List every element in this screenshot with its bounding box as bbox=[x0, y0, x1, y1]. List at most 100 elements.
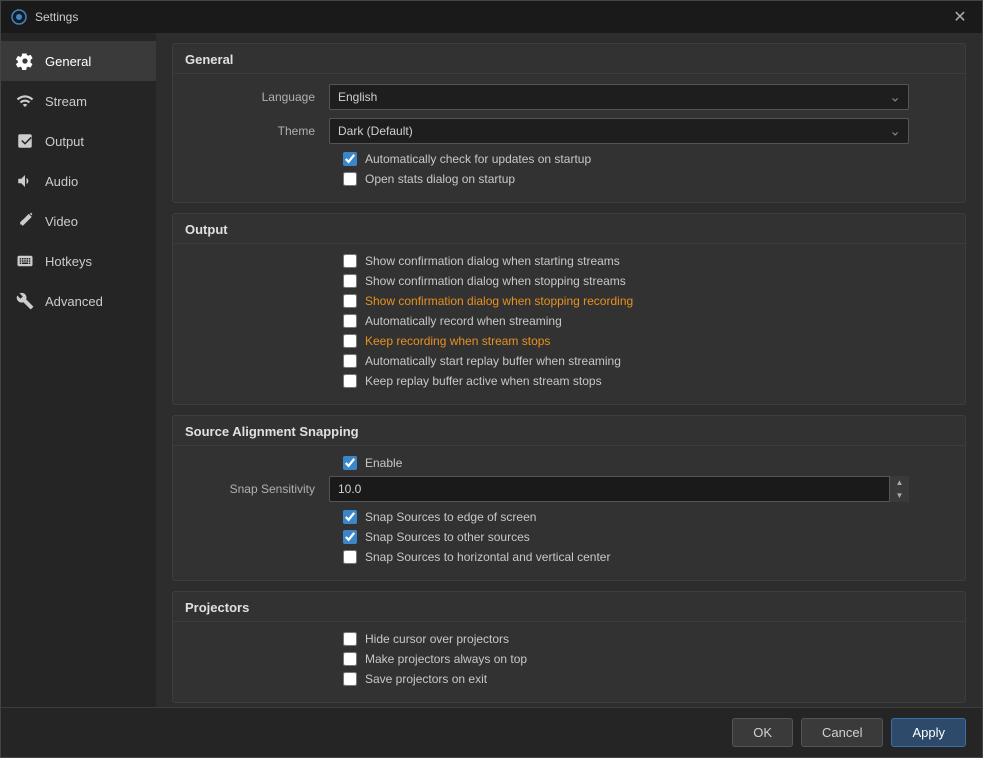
snap-enable-checkbox[interactable] bbox=[343, 456, 357, 470]
audio-icon bbox=[15, 171, 35, 191]
language-row: Language English bbox=[189, 84, 949, 110]
auto-update-row: Automatically check for updates on start… bbox=[189, 152, 949, 166]
auto-update-label: Automatically check for updates on start… bbox=[365, 152, 591, 166]
snap-label-0: Snap Sources to edge of screen bbox=[365, 510, 536, 524]
sidebar: General Stream Output bbox=[1, 33, 156, 707]
proj-cb-2: Save projectors on exit bbox=[189, 672, 949, 686]
sidebar-item-stream[interactable]: Stream bbox=[1, 81, 156, 121]
sidebar-item-general[interactable]: General bbox=[1, 41, 156, 81]
sidebar-item-hotkeys[interactable]: Hotkeys bbox=[1, 241, 156, 281]
output-checkbox-4[interactable] bbox=[343, 334, 357, 348]
snap-checkbox-0[interactable] bbox=[343, 510, 357, 524]
output-cb-1: Show confirmation dialog when stopping s… bbox=[189, 274, 949, 288]
snap-sensitivity-label: Snap Sensitivity bbox=[189, 482, 329, 496]
sidebar-item-advanced[interactable]: Advanced bbox=[1, 281, 156, 321]
proj-label-2: Save projectors on exit bbox=[365, 672, 487, 686]
output-cb-4: Keep recording when stream stops bbox=[189, 334, 949, 348]
snap-sensitivity-spinners: ▲ ▼ bbox=[889, 476, 909, 502]
output-checkbox-5[interactable] bbox=[343, 354, 357, 368]
output-cb-3: Automatically record when streaming bbox=[189, 314, 949, 328]
hotkeys-icon bbox=[15, 251, 35, 271]
theme-select-wrapper: Dark (Default) bbox=[329, 118, 909, 144]
app-icon bbox=[11, 9, 27, 25]
language-select-wrapper: English bbox=[329, 84, 909, 110]
main-panel: General Language English Theme bbox=[156, 33, 982, 707]
sidebar-label-hotkeys: Hotkeys bbox=[45, 254, 92, 269]
output-checkbox-3[interactable] bbox=[343, 314, 357, 328]
snap-checkbox-1[interactable] bbox=[343, 530, 357, 544]
snap-checkbox-2[interactable] bbox=[343, 550, 357, 564]
settings-window: Settings ✕ General bbox=[0, 0, 983, 758]
section-output: Output Show confirmation dialog when sta… bbox=[172, 213, 966, 405]
video-icon bbox=[15, 211, 35, 231]
apply-button[interactable]: Apply bbox=[891, 718, 966, 747]
output-label-4: Keep recording when stream stops bbox=[365, 334, 550, 348]
snap-sensitivity-down[interactable]: ▼ bbox=[889, 489, 909, 502]
stats-dialog-row: Open stats dialog on startup bbox=[189, 172, 949, 186]
footer: OK Cancel Apply bbox=[1, 707, 982, 757]
output-label-1: Show confirmation dialog when stopping s… bbox=[365, 274, 626, 288]
snap-label-2: Snap Sources to horizontal and vertical … bbox=[365, 550, 610, 564]
section-projectors-title: Projectors bbox=[173, 592, 965, 622]
sidebar-label-output: Output bbox=[45, 134, 84, 149]
proj-cb-1: Make projectors always on top bbox=[189, 652, 949, 666]
section-projectors-body: Hide cursor over projectors Make project… bbox=[173, 622, 965, 702]
output-label-0: Show confirmation dialog when starting s… bbox=[365, 254, 620, 268]
advanced-icon bbox=[15, 291, 35, 311]
sidebar-item-video[interactable]: Video bbox=[1, 201, 156, 241]
output-cb-6: Keep replay buffer active when stream st… bbox=[189, 374, 949, 388]
output-checkbox-1[interactable] bbox=[343, 274, 357, 288]
auto-update-checkbox[interactable] bbox=[343, 152, 357, 166]
output-label-2: Show confirmation dialog when stopping r… bbox=[365, 294, 633, 308]
proj-cb-0: Hide cursor over projectors bbox=[189, 632, 949, 646]
theme-select[interactable]: Dark (Default) bbox=[329, 118, 909, 144]
snap-cb-2: Snap Sources to horizontal and vertical … bbox=[189, 550, 949, 564]
sidebar-label-stream: Stream bbox=[45, 94, 87, 109]
cancel-button[interactable]: Cancel bbox=[801, 718, 883, 747]
output-cb-0: Show confirmation dialog when starting s… bbox=[189, 254, 949, 268]
stats-dialog-label: Open stats dialog on startup bbox=[365, 172, 515, 186]
snap-cb-0: Snap Sources to edge of screen bbox=[189, 510, 949, 524]
content-area: General Stream Output bbox=[1, 33, 982, 707]
sidebar-item-audio[interactable]: Audio bbox=[1, 161, 156, 201]
language-label: Language bbox=[189, 90, 329, 104]
proj-label-1: Make projectors always on top bbox=[365, 652, 527, 666]
proj-checkbox-1[interactable] bbox=[343, 652, 357, 666]
sidebar-item-output[interactable]: Output bbox=[1, 121, 156, 161]
sidebar-label-audio: Audio bbox=[45, 174, 78, 189]
section-snapping: Source Alignment Snapping Enable Snap Se… bbox=[172, 415, 966, 581]
snap-sensitivity-up[interactable]: ▲ bbox=[889, 476, 909, 489]
snap-enable-label: Enable bbox=[365, 456, 402, 470]
theme-row: Theme Dark (Default) bbox=[189, 118, 949, 144]
section-snapping-title: Source Alignment Snapping bbox=[173, 416, 965, 446]
proj-checkbox-0[interactable] bbox=[343, 632, 357, 646]
output-icon bbox=[15, 131, 35, 151]
output-checkbox-2[interactable] bbox=[343, 294, 357, 308]
title-bar: Settings ✕ bbox=[1, 1, 982, 33]
proj-checkbox-2[interactable] bbox=[343, 672, 357, 686]
sidebar-label-advanced: Advanced bbox=[45, 294, 103, 309]
theme-label: Theme bbox=[189, 124, 329, 138]
section-projectors: Projectors Hide cursor over projectors M… bbox=[172, 591, 966, 703]
snap-sensitivity-input[interactable] bbox=[329, 476, 909, 502]
snap-enable-row: Enable bbox=[189, 456, 949, 470]
ok-button[interactable]: OK bbox=[732, 718, 793, 747]
stream-icon bbox=[15, 91, 35, 111]
snap-sensitivity-wrapper: ▲ ▼ bbox=[329, 476, 909, 502]
output-cb-5: Automatically start replay buffer when s… bbox=[189, 354, 949, 368]
sidebar-label-video: Video bbox=[45, 214, 78, 229]
section-general-body: Language English Theme Dark (Default) bbox=[173, 74, 965, 202]
snap-sensitivity-row: Snap Sensitivity ▲ ▼ bbox=[189, 476, 949, 502]
output-checkbox-6[interactable] bbox=[343, 374, 357, 388]
stats-dialog-checkbox[interactable] bbox=[343, 172, 357, 186]
section-output-title: Output bbox=[173, 214, 965, 244]
output-checkbox-0[interactable] bbox=[343, 254, 357, 268]
window-title: Settings bbox=[35, 10, 78, 24]
sidebar-label-general: General bbox=[45, 54, 91, 69]
output-label-3: Automatically record when streaming bbox=[365, 314, 562, 328]
section-output-body: Show confirmation dialog when starting s… bbox=[173, 244, 965, 404]
close-button[interactable]: ✕ bbox=[948, 5, 972, 29]
output-label-5: Automatically start replay buffer when s… bbox=[365, 354, 621, 368]
language-select[interactable]: English bbox=[329, 84, 909, 110]
output-cb-2: Show confirmation dialog when stopping r… bbox=[189, 294, 949, 308]
